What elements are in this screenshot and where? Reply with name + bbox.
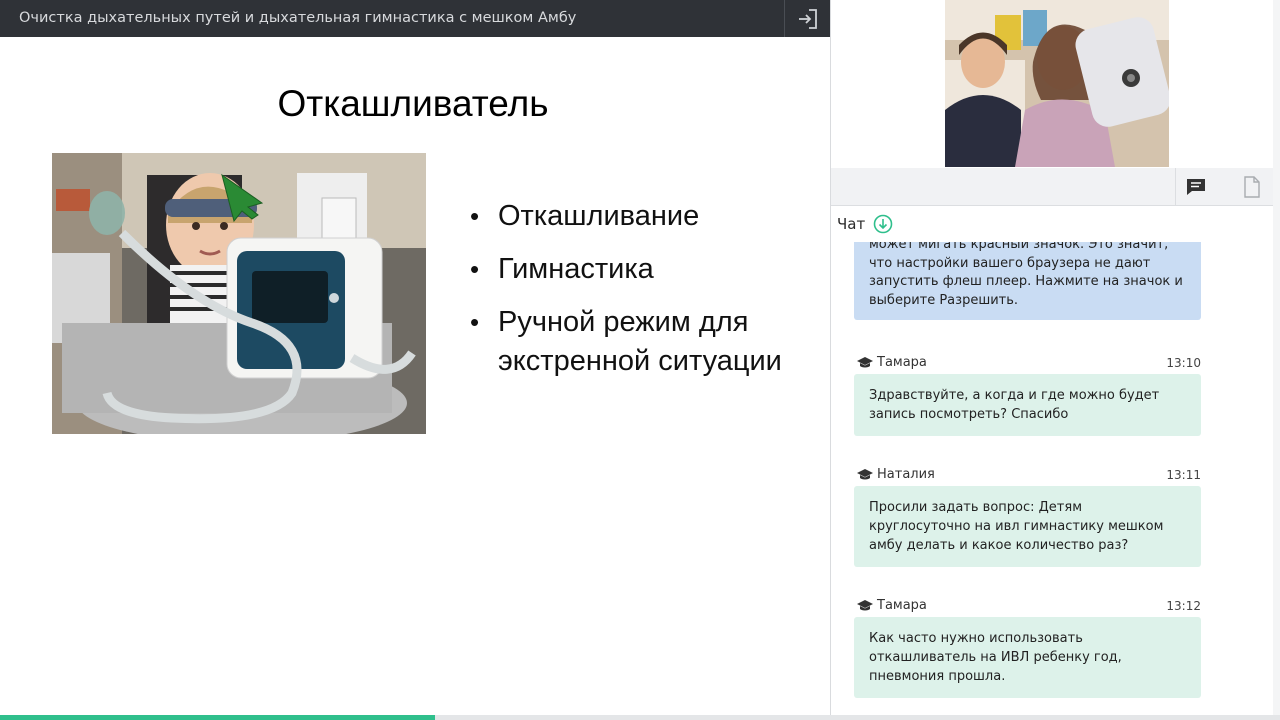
presentation-header: Очистка дыхательных путей и дыхательная …	[0, 0, 830, 37]
chat-icon	[1186, 179, 1205, 195]
message-header: Наталия 13:11	[857, 467, 1201, 482]
bullet-item: Ручной режим для экстренной ситуации	[470, 303, 800, 381]
documents-tab-button[interactable]	[1232, 168, 1272, 206]
webinar-title: Очистка дыхательных путей и дыхательная …	[19, 10, 577, 26]
chat-toolbar	[831, 168, 1274, 206]
exit-icon	[798, 8, 817, 29]
message-header: Тамара 13:12	[857, 598, 1201, 613]
chat-title: Чат	[837, 215, 866, 233]
arrow-down-circle-icon[interactable]	[873, 214, 893, 234]
message-author: Тамара	[877, 355, 927, 370]
bullet-item: Откашливание	[470, 197, 800, 236]
message-text: Здравствуйте, а когда и где можно будет …	[854, 374, 1201, 436]
message-header: Тамара 13:10	[857, 355, 1201, 370]
exit-button[interactable]	[784, 0, 830, 37]
message-time: 13:11	[1166, 467, 1201, 482]
bullet-item: Гимнастика	[470, 250, 800, 289]
chat-message-list[interactable]: может мигать красный значок. Это значит,…	[831, 242, 1271, 712]
page-scrollbar[interactable]	[1273, 0, 1280, 720]
message-author: Тамара	[877, 598, 927, 613]
slide-photo	[52, 153, 426, 434]
speaker-video	[945, 0, 1169, 167]
message-text: Просили задать вопрос: Детям круглосуточ…	[854, 486, 1201, 567]
slide: Откашливатель • Откашливание • Гимнастик…	[0, 37, 830, 720]
chat-tab-button[interactable]	[1175, 168, 1215, 206]
playback-progress[interactable]	[0, 715, 1280, 720]
message-time: 13:12	[1166, 598, 1201, 613]
document-icon	[1244, 176, 1260, 198]
slide-bullets: Откашливание Гимнастика Ручной режим для…	[470, 197, 800, 395]
progress-fill	[0, 715, 436, 720]
graduation-cap-icon	[857, 468, 873, 479]
chat-header: Чат	[837, 214, 893, 234]
message-time: 13:10	[1166, 355, 1201, 370]
graduation-cap-icon	[857, 356, 873, 367]
slide-title: Откашливатель	[277, 83, 549, 124]
system-message: может мигать красный значок. Это значит,…	[854, 242, 1201, 320]
message-text: Как часто нужно использовать откашливате…	[854, 617, 1201, 698]
message-author: Наталия	[877, 467, 935, 482]
graduation-cap-icon	[857, 599, 873, 610]
